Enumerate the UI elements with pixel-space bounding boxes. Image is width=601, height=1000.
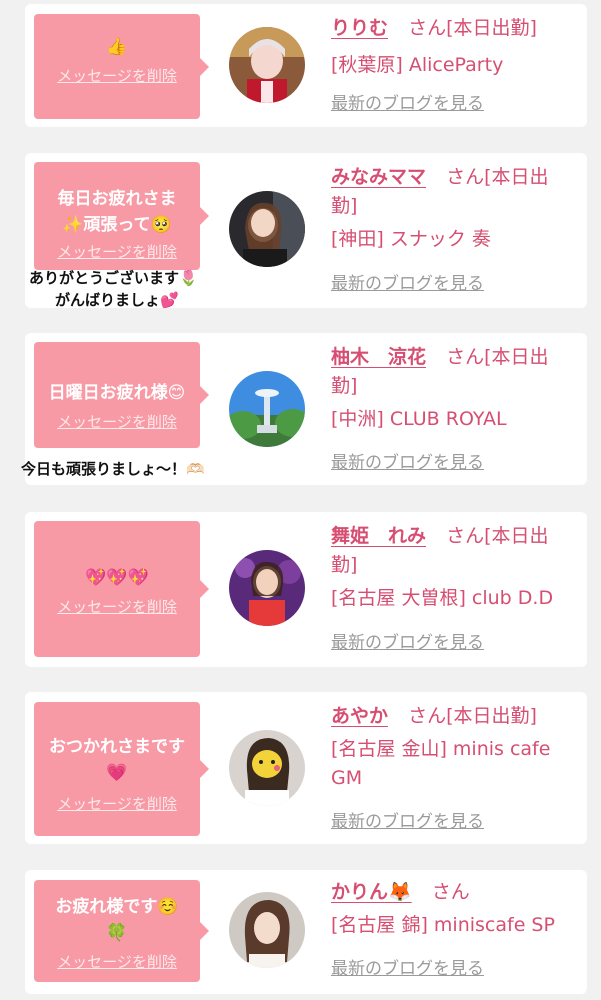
avatar[interactable] [229,730,305,806]
status-label: [本日出勤] [446,705,537,727]
shop-label: [名古屋 金山] minis cafe GM [331,738,551,789]
honorific: さん [408,17,447,39]
shop-label: [中洲] CLUB ROYAL [331,408,507,430]
latest-blog-link[interactable]: 最新のブログを見る [331,93,484,115]
message-bubble: お疲れ様です☺️🍀 メッセージを削除 [34,880,209,982]
cast-name-link[interactable]: 柚木 涼花 [331,346,426,368]
shop-label: [名古屋 大曽根] club D.D [331,587,554,609]
message-card: おつかれさまです💗 メッセージを削除 あやか さん[本日出勤] [名古屋 金山]… [25,692,587,844]
delete-message-link[interactable]: メッセージを削除 [57,794,177,814]
delete-message-link[interactable]: メッセージを削除 [57,66,177,86]
message-text: 毎日お疲れさま✨頑張って🥺 [57,189,177,235]
message-card: お疲れ様です☺️🍀 メッセージを削除 かりん🦊 さん [名古屋 錦] minis… [25,870,587,994]
delete-message-link[interactable]: メッセージを削除 [57,952,177,972]
latest-blog-link[interactable]: 最新のブログを見る [331,958,484,980]
latest-blog-link[interactable]: 最新のブログを見る [331,452,484,474]
latest-blog-link[interactable]: 最新のブログを見る [331,632,484,654]
cast-info: 柚木 涼花 さん[本日出勤] [中洲] CLUB ROYAL [331,343,559,434]
shop-label: [秋葉原] AliceParty [331,54,504,76]
honorific: さん [446,346,485,368]
cast-info: あやか さん[本日出勤] [名古屋 金山] minis cafe GM [331,702,559,793]
reply-line: ありがとうございます🌷 [29,269,198,287]
message-card: 毎日お疲れさま✨頑張って🥺 メッセージを削除 みなみママ さん[本日出勤] [神… [25,153,587,311]
message-text: おつかれさまです💗 [49,737,185,783]
cast-name-link[interactable]: かりん🦊 [331,881,412,903]
honorific: さん [446,525,485,547]
message-bubble: 💖💖💖 メッセージを削除 [34,521,209,657]
message-text: 👍 [106,37,128,57]
cast-reply: 今日も頑張りましょ〜！🫶🏻 [21,458,205,480]
message-text: 日曜日お疲れ様😊 [48,383,186,403]
avatar[interactable] [229,371,305,447]
message-card: 👍 メッセージを削除 りりむ さん[本日出勤] [秋葉原] AliceParty… [25,4,587,127]
reply-line: がんばりましょ💕 [55,291,179,309]
honorific: さん [431,881,470,903]
latest-blog-link[interactable]: 最新のブログを見る [331,811,484,833]
message-bubble: 日曜日お疲れ様😊 メッセージを削除 [34,342,209,448]
honorific: さん [408,705,447,727]
reply-line: 今日も頑張りましょ〜！🫶🏻 [21,460,205,478]
delete-message-link[interactable]: メッセージを削除 [57,242,177,262]
avatar[interactable] [229,27,305,103]
cast-reply: ありがとうございます🌷 がんばりましょ💕 [29,267,198,311]
delete-message-link[interactable]: メッセージを削除 [57,412,177,432]
message-text: お疲れ様です☺️🍀 [55,897,179,943]
shop-label: [名古屋 錦] miniscafe SP [331,914,555,936]
cast-info: 舞姫 れみ さん[本日出勤] [名古屋 大曽根] club D.D [331,522,559,613]
cast-name-link[interactable]: りりむ [331,17,388,39]
honorific: さん [446,166,485,188]
message-bubble: おつかれさまです💗 メッセージを削除 [34,702,209,836]
cast-name-link[interactable]: 舞姫 れみ [331,525,426,547]
message-card: 日曜日お疲れ様😊 メッセージを削除 柚木 涼花 さん[本日出勤] [中洲] CL… [21,333,587,485]
cast-name-link[interactable]: みなみママ [331,166,426,188]
cast-info: りりむ さん[本日出勤] [秋葉原] AliceParty [331,14,571,80]
delete-message-link[interactable]: メッセージを削除 [57,597,177,617]
message-bubble: 毎日お疲れさま✨頑張って🥺 メッセージを削除 [34,162,209,270]
cast-name-link[interactable]: あやか [331,705,388,727]
cast-info: かりん🦊 さん [名古屋 錦] miniscafe SP [331,878,581,940]
cast-info: みなみママ さん[本日出勤] [神田] スナック 奏 [331,163,559,254]
message-bubble: 👍 メッセージを削除 [34,14,209,119]
latest-blog-link[interactable]: 最新のブログを見る [331,273,484,295]
status-label: [本日出勤] [446,17,537,39]
avatar[interactable] [229,191,305,267]
message-card: 💖💖💖 メッセージを削除 舞姫 れみ さん[本日出勤] [名古屋 大曽根] cl… [25,512,587,667]
shop-label: [神田] スナック 奏 [331,228,491,250]
message-text: 💖💖💖 [85,568,149,588]
avatar[interactable] [229,550,305,626]
avatar[interactable] [229,892,305,968]
